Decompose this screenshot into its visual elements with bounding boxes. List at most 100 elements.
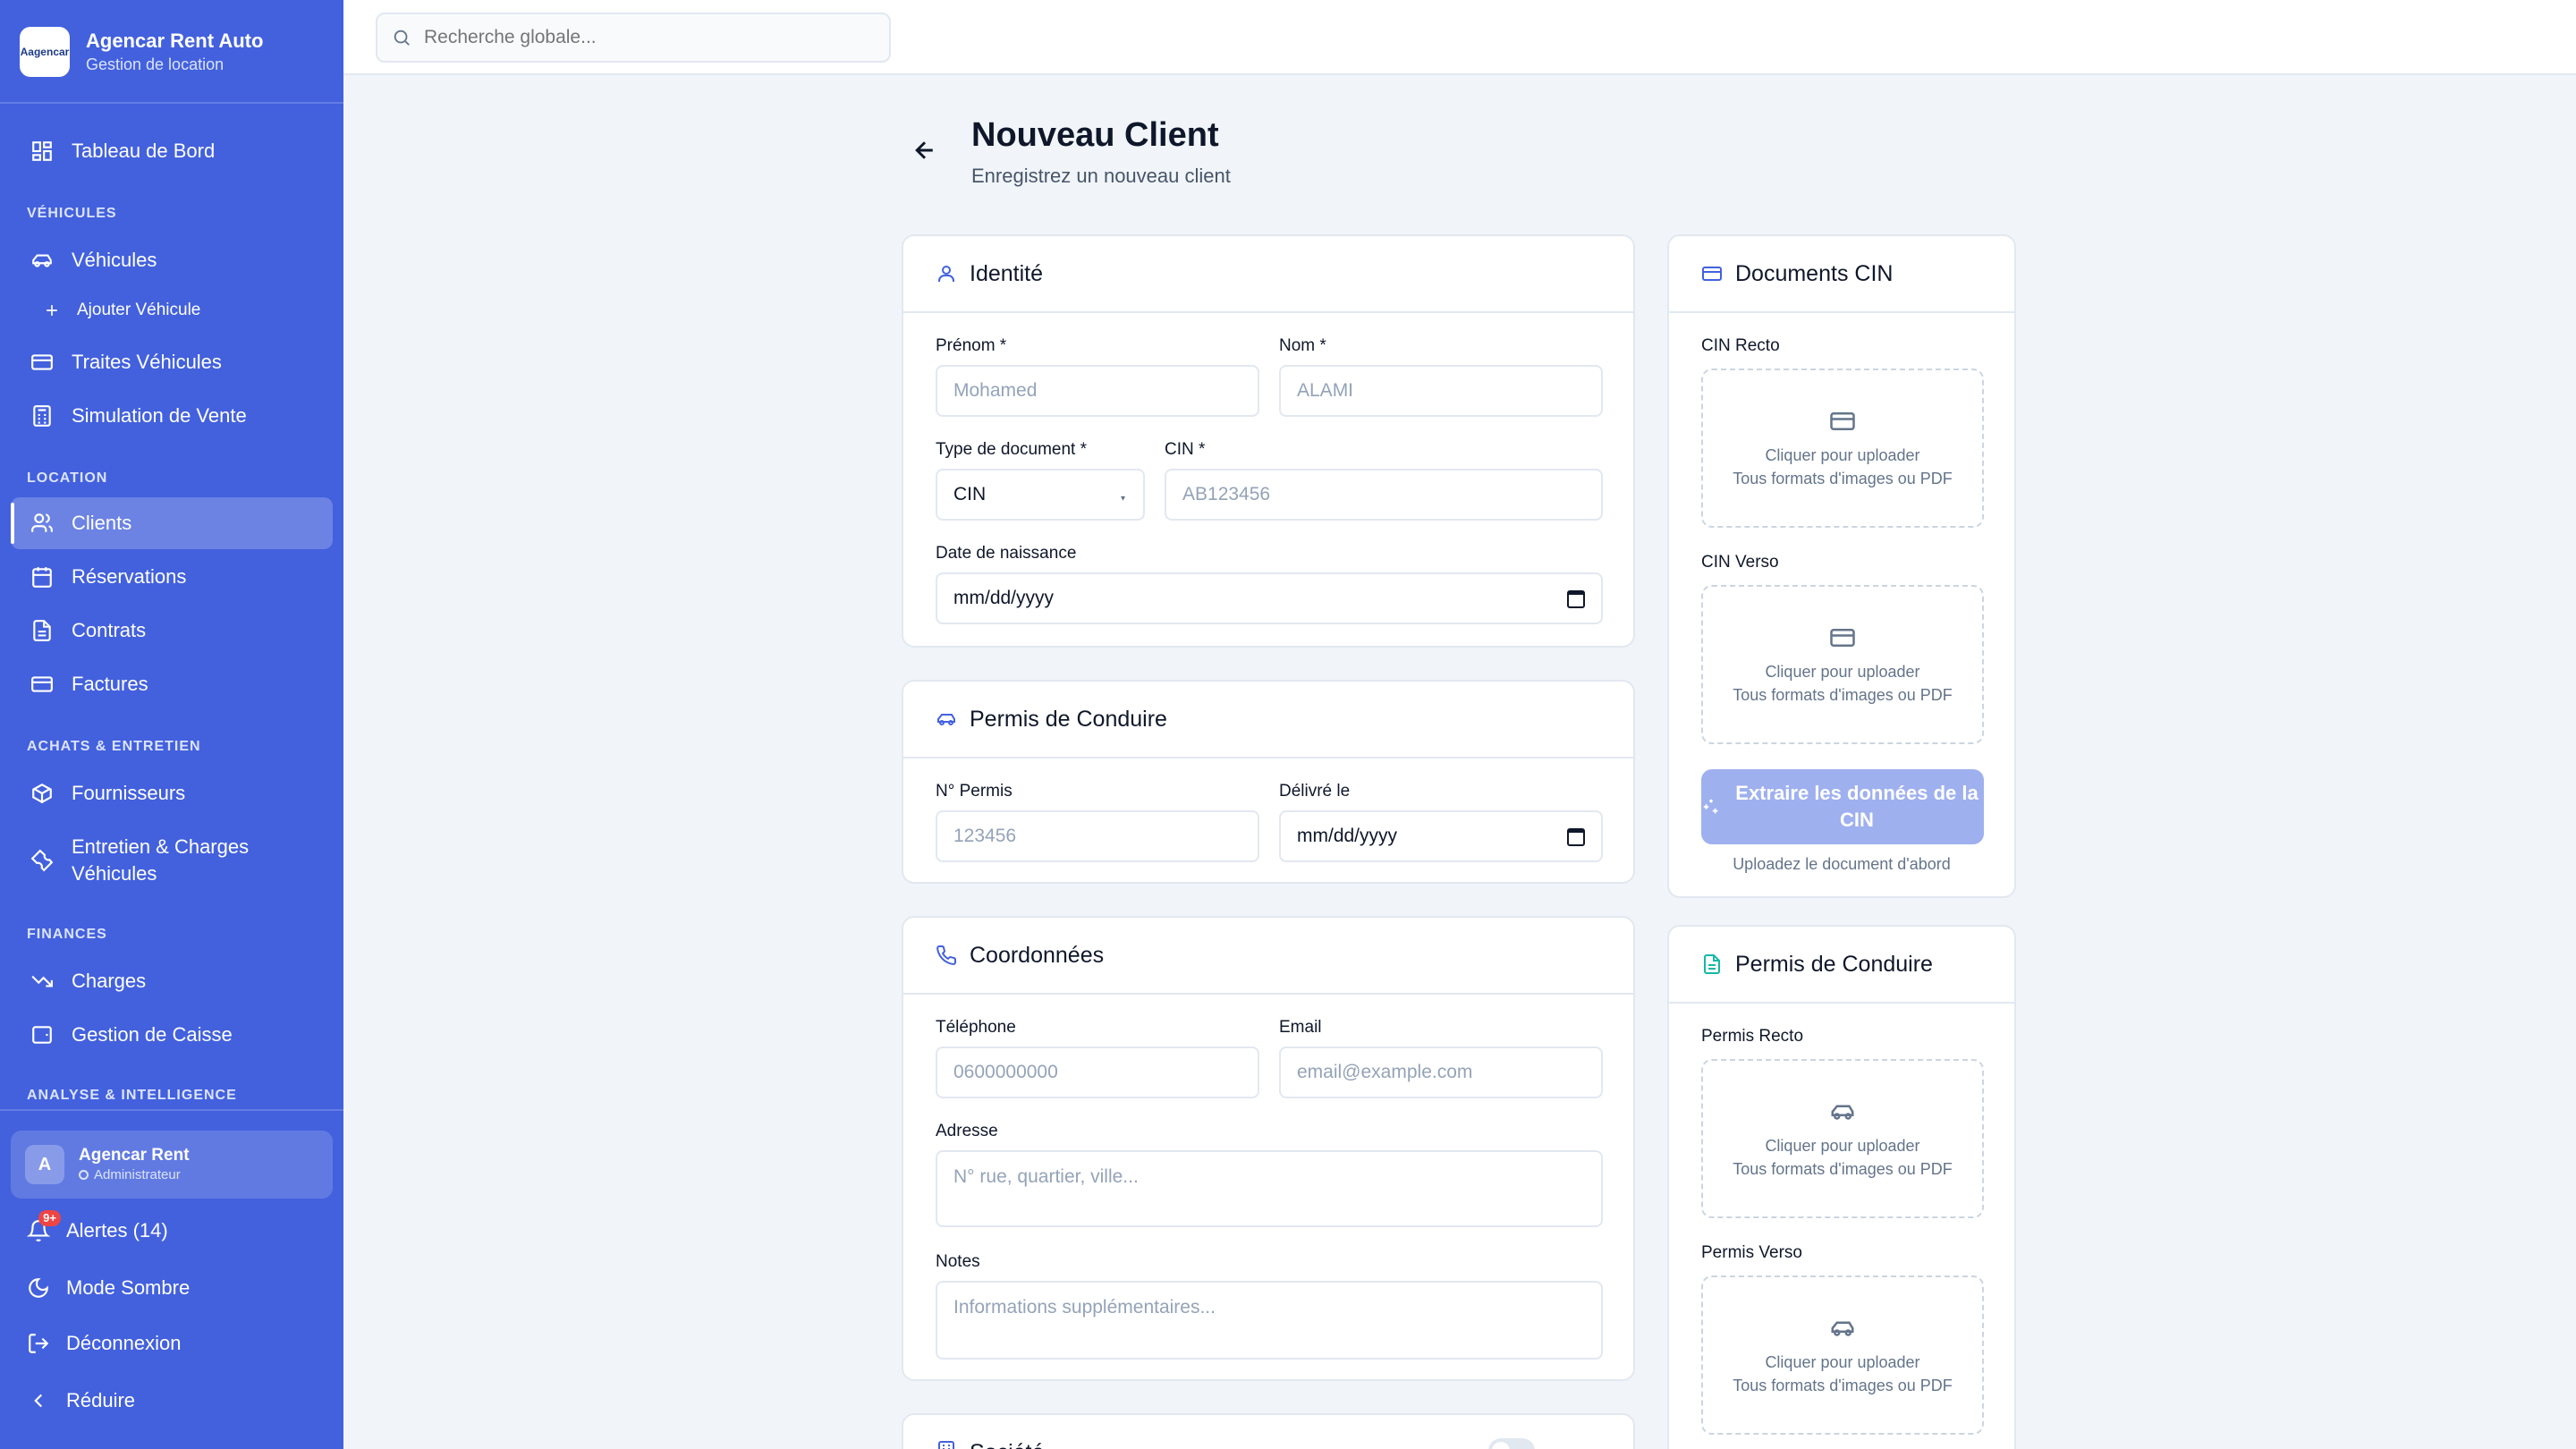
cin-recto-upload[interactable]: Cliquer pour uploader Tous formats d'ima…	[1701, 369, 1984, 528]
calculator-icon	[30, 404, 54, 428]
user-card[interactable]: A Agencar Rent Administrateur	[11, 1131, 333, 1199]
brand-logo: Aagencar	[20, 27, 70, 77]
cin-verso-upload[interactable]: Cliquer pour uploader Tous formats d'ima…	[1701, 585, 1984, 744]
alerts-button[interactable]: 9+ Alertes (14)	[27, 1210, 168, 1249]
address-input[interactable]	[936, 1150, 1603, 1227]
card-title: Société	[970, 1440, 1044, 1449]
calendar-icon[interactable]	[1567, 590, 1585, 608]
cin-documents-card: Documents CIN CIN Recto Cliquer pour upl…	[1667, 234, 2016, 898]
notes-input[interactable]	[936, 1281, 1603, 1360]
section-label-vehicles: VÉHICULES	[27, 206, 117, 221]
birth-date-label: Date de naissance	[936, 544, 1077, 563]
sidebar-item-label: Simulation de Vente	[72, 404, 247, 427]
license-recto-upload[interactable]: Cliquer pour uploader Tous formats d'ima…	[1701, 1059, 1984, 1218]
sidebar-item-label: Véhicules	[72, 249, 157, 271]
user-name: Agencar Rent	[79, 1146, 190, 1165]
brand[interactable]: Aagencar Agencar Rent Auto Gestion de lo…	[20, 27, 263, 77]
upload-formats: Tous formats d'images ou PDF	[1733, 1377, 1953, 1394]
license-verso-label: Permis Verso	[1701, 1243, 1802, 1262]
sidebar-item-label: Ajouter Véhicule	[77, 301, 201, 319]
sidebar-item-sale-simulation[interactable]: Simulation de Vente	[11, 390, 333, 442]
global-search[interactable]	[376, 13, 891, 63]
alerts-badge: 9+	[38, 1210, 61, 1226]
upload-instruction: Cliquer pour uploader	[1765, 663, 1920, 681]
alerts-label: Alertes (14)	[66, 1219, 168, 1241]
doc-type-value: CIN	[953, 484, 987, 504]
contact-card: Coordonnées Téléphone Email Adresse Note…	[902, 916, 1635, 1381]
card-title: Permis de Conduire	[970, 706, 1167, 732]
dark-mode-label: Mode Sombre	[66, 1276, 191, 1299]
cin-label: CIN *	[1165, 440, 1206, 459]
cin-recto-label: CIN Recto	[1701, 336, 1780, 355]
collapse-label: Réduire	[66, 1389, 136, 1411]
card-header: Documents CIN	[1669, 236, 2014, 313]
upload-formats: Tous formats d'images ou PDF	[1733, 470, 1953, 487]
sidebar-item-invoices[interactable]: Factures	[11, 658, 333, 710]
sidebar-item-label: Traites Véhicules	[72, 351, 222, 373]
sidebar-item-contracts[interactable]: Contrats	[11, 605, 333, 657]
building-icon	[936, 1440, 957, 1449]
status-dot-icon	[79, 1170, 89, 1180]
license-issued-input[interactable]: mm/dd/yyyy	[1279, 810, 1603, 862]
user-role: Administrateur	[79, 1166, 190, 1184]
card-header: Identité	[903, 236, 1633, 313]
sidebar-item-cash[interactable]: Gestion de Caisse	[11, 1009, 333, 1061]
license-number-input[interactable]	[936, 810, 1259, 862]
brand-subtitle: Gestion de location	[86, 55, 225, 73]
logout-icon	[27, 1332, 50, 1355]
sidebar-item-clients[interactable]: Clients	[11, 497, 333, 549]
license-verso-upload[interactable]: Cliquer pour uploader Tous formats d'ima…	[1701, 1275, 1984, 1435]
dashboard-icon	[30, 140, 54, 163]
upload-instruction: Cliquer pour uploader	[1765, 446, 1920, 464]
company-toggle[interactable]	[1488, 1438, 1535, 1449]
license-number-label: N° Permis	[936, 782, 1013, 801]
sidebar-item-reservations[interactable]: Réservations	[11, 551, 333, 603]
section-label-analysis: ANALYSE & INTELLIGENCE	[27, 1088, 237, 1103]
sidebar-item-charges[interactable]: Charges	[11, 955, 333, 1007]
sparkles-icon	[1703, 799, 1718, 814]
extract-cin-button[interactable]: Extraire les données de la CIN	[1701, 769, 1984, 844]
doc-type-select[interactable]: CIN ▾	[936, 469, 1145, 521]
calendar-icon	[30, 565, 54, 589]
first-name-input[interactable]	[936, 365, 1259, 417]
back-button[interactable]	[909, 134, 941, 166]
wallet-icon	[30, 1023, 54, 1046]
card-title: Identité	[970, 260, 1044, 286]
last-name-label: Nom *	[1279, 336, 1326, 355]
phone-icon	[936, 945, 957, 966]
card-title: Permis de Conduire	[1735, 951, 1933, 977]
logout-button[interactable]: Déconnexion	[27, 1326, 181, 1361]
card-title: Coordonnées	[970, 942, 1105, 968]
calendar-icon[interactable]	[1567, 828, 1585, 846]
sidebar-item-add-vehicle[interactable]: Ajouter Véhicule	[11, 290, 333, 331]
sidebar: Aagencar Agencar Rent Auto Gestion de lo…	[0, 0, 343, 1449]
upload-formats: Tous formats d'images ou PDF	[1733, 1160, 1953, 1178]
cin-input[interactable]	[1165, 469, 1603, 521]
sidebar-item-maintenance[interactable]: Entretien & Charges Véhicules	[11, 825, 333, 896]
dark-mode-toggle[interactable]: Mode Sombre	[27, 1270, 190, 1306]
birth-date-input[interactable]: mm/dd/yyyy	[936, 572, 1603, 624]
sidebar-item-dashboard[interactable]: Tableau de Bord	[11, 125, 333, 177]
maintenance-label-line1: Entretien & Charges	[72, 835, 250, 858]
sidebar-item-label: Réservations	[72, 565, 187, 588]
wrench-icon	[30, 849, 54, 872]
last-name-input[interactable]	[1279, 365, 1603, 417]
divider	[0, 1109, 343, 1111]
license-issued-label: Délivré le	[1279, 782, 1351, 801]
sidebar-item-label: Tableau de Bord	[72, 140, 216, 162]
sidebar-item-label: Factures	[72, 673, 148, 695]
collapse-sidebar-button[interactable]: Réduire	[27, 1383, 135, 1419]
sidebar-item-suppliers[interactable]: Fournisseurs	[11, 767, 333, 819]
email-input[interactable]	[1279, 1046, 1603, 1098]
license-documents-card: Permis de Conduire Permis Recto Cliquer …	[1667, 925, 2016, 1449]
section-label-finances: FINANCES	[27, 927, 107, 942]
upload-instruction: Cliquer pour uploader	[1765, 1137, 1920, 1155]
card-header: Coordonnées	[903, 918, 1633, 995]
phone-input[interactable]	[936, 1046, 1259, 1098]
moon-icon	[27, 1276, 50, 1300]
credit-card-icon	[30, 673, 54, 696]
sidebar-item-vehicle-installments[interactable]: Traites Véhicules	[11, 336, 333, 388]
section-label-rental: LOCATION	[27, 470, 108, 486]
sidebar-item-vehicles[interactable]: Véhicules	[11, 234, 333, 286]
search-input[interactable]	[424, 27, 853, 48]
